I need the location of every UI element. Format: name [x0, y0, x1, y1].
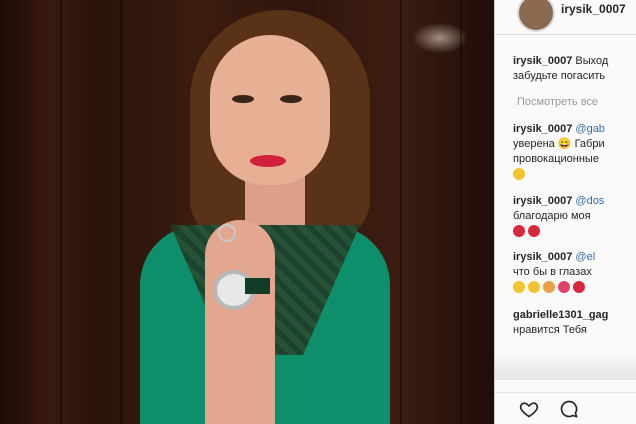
arm: [205, 220, 275, 424]
laughing-emoji-icon: [513, 281, 525, 294]
heart-icon[interactable]: [519, 399, 539, 419]
view-all-comments-link[interactable]: Посмотреть все: [517, 96, 598, 108]
ring: [218, 224, 236, 242]
header-username[interactable]: irysik_0007: [561, 2, 626, 16]
lips: [250, 155, 286, 167]
comment-text-line2: забудьте погасить: [513, 70, 606, 82]
comment-3: irysik_0007 @dos благодарю моя: [513, 194, 604, 239]
wood-panel-divider: [400, 0, 402, 424]
rose-emoji-icon: [528, 225, 540, 238]
watch-strap: [245, 278, 270, 294]
comment-4: irysik_0007 @el что бы в глазах: [513, 250, 595, 295]
laughing-emoji-icon: [528, 281, 540, 294]
comment-mention[interactable]: @dos: [575, 195, 604, 207]
right-eye: [280, 95, 302, 103]
wood-panel-divider: [60, 0, 62, 424]
comment-text-line2: что бы в глазах: [513, 266, 592, 278]
post-header: irysik_0007: [495, 0, 636, 35]
comment-1: irysik_0007 Выход забудьте погасить: [513, 54, 608, 84]
instagram-panel: irysik_0007 irysik_0007 Выход забудьте п…: [494, 0, 636, 424]
kiss-emoji-icon: [558, 281, 570, 294]
comment-mention[interactable]: @gab: [575, 123, 605, 135]
laughing-emoji-icon: [513, 168, 525, 181]
comment-text: Выход: [575, 55, 609, 67]
comment-text-line2: благодарю моя: [513, 210, 591, 222]
comment-text-line3: провокационные: [513, 153, 599, 165]
comment-5: gabrielle1301_gag нравится Тебя: [513, 308, 608, 338]
comment-2: irysik_0007 @gab уверена 😄 Габри провока…: [513, 122, 605, 182]
comment-username[interactable]: irysik_0007: [513, 123, 572, 135]
post-actions: [495, 392, 636, 424]
comment-mention[interactable]: @el: [575, 251, 595, 263]
fade-divider: [495, 352, 636, 380]
emoji-row: [513, 167, 605, 182]
comment-username[interactable]: irysik_0007: [513, 195, 572, 207]
comment-text-line2: нравится Тебя: [513, 324, 587, 336]
comment-text-line2: уверена 😄 Габри: [513, 138, 605, 150]
emoji-row: [513, 280, 595, 295]
comment-username[interactable]: gabrielle1301_gag: [513, 309, 608, 321]
comment-username[interactable]: irysik_0007: [513, 251, 572, 263]
heart-emoji-icon: [573, 281, 585, 294]
left-eye: [232, 95, 254, 103]
kiss-emoji-icon: [513, 225, 525, 238]
comment-icon[interactable]: [559, 399, 579, 419]
photo: [0, 0, 494, 424]
monkey-emoji-icon: [543, 281, 555, 294]
comment-username[interactable]: irysik_0007: [513, 55, 572, 67]
emoji-row: [513, 224, 604, 239]
avatar[interactable]: [517, 0, 555, 32]
wood-panel-divider: [120, 0, 122, 424]
wood-panel-divider: [460, 0, 462, 424]
